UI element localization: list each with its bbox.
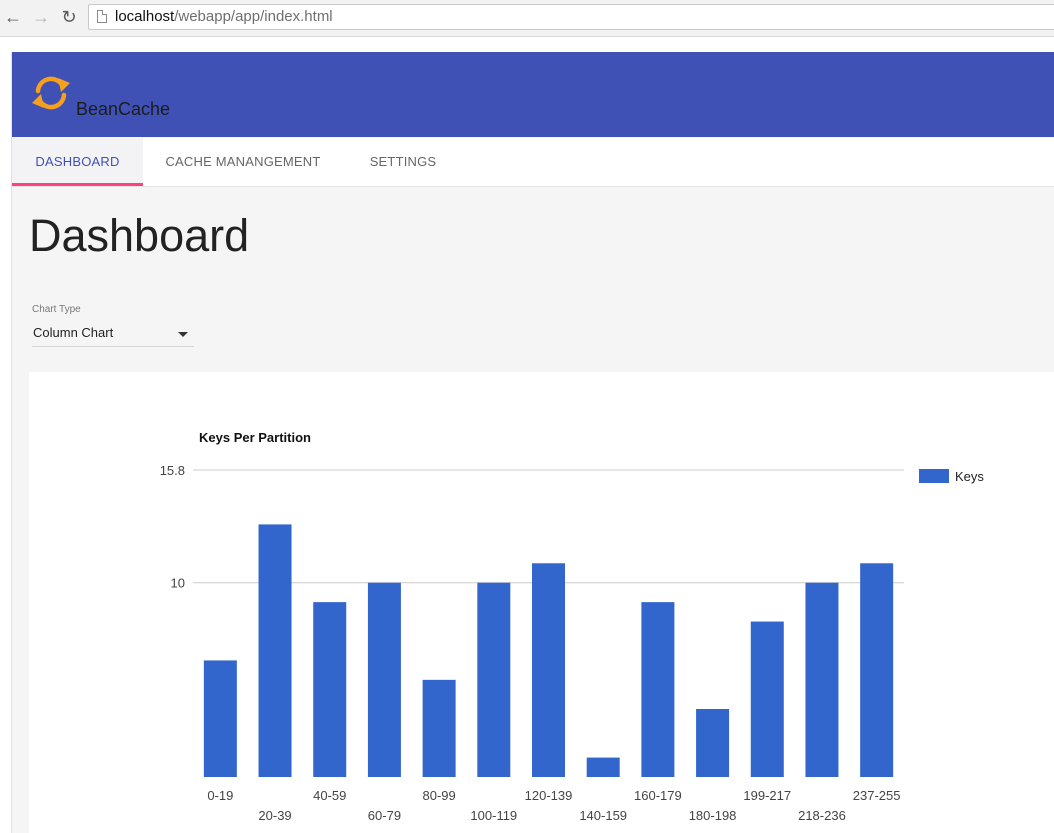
x-category-label: 160-179 <box>634 788 682 803</box>
bar <box>860 563 894 777</box>
chart-title: Keys Per Partition <box>199 430 311 445</box>
keys-per-partition-chart: Keys Per Partition 10 15.8 0-19 20-39 40-59 60… <box>160 430 985 823</box>
bar <box>532 563 565 777</box>
x-category-label: 199-217 <box>743 788 791 803</box>
x-category-label: 60-79 <box>368 808 401 823</box>
x-category-label: 180-198 <box>689 808 737 823</box>
page-title: Dashboard <box>29 210 250 261</box>
address-bar[interactable]: localhost/webapp/app/index.html <box>88 4 1054 30</box>
bar <box>750 621 784 777</box>
url-text[interactable]: localhost/webapp/app/index.html <box>115 8 333 26</box>
page-icon <box>97 10 107 23</box>
legend-swatch <box>919 469 949 483</box>
x-category-label: 40-59 <box>313 788 346 803</box>
forward-arrow-icon[interactable]: → <box>30 6 52 28</box>
y-tick-label: 10 <box>171 576 185 591</box>
back-arrow-icon[interactable]: ← <box>2 6 24 28</box>
bar <box>367 582 401 777</box>
x-category-label: 140-159 <box>579 808 627 823</box>
bar <box>258 524 292 777</box>
dropdown-caret-icon <box>178 332 188 337</box>
x-category-label: 120-139 <box>525 788 573 803</box>
chart-type-label: Chart Type <box>32 304 81 315</box>
app-frame: BeanCache Dashboard Cache Manangement Se… <box>11 52 1054 833</box>
tab-bar: Dashboard Cache Manangement Settings <box>12 138 1054 187</box>
bar <box>641 602 675 777</box>
chart-card: Keys Per Partition 10 15.8 0-19 20-39 40-59 60… <box>29 372 1054 833</box>
tab-settings[interactable]: Settings <box>343 138 463 186</box>
app-header: BeanCache <box>12 52 1054 137</box>
reload-icon[interactable]: ↻ <box>58 6 80 28</box>
x-category-label: 218-236 <box>798 808 846 823</box>
app-title: BeanCache <box>76 99 171 119</box>
tab-cache-management[interactable]: Cache Manangement <box>143 138 343 186</box>
chart-type-select[interactable]: Column Chart <box>32 322 194 347</box>
bar <box>313 602 347 777</box>
x-category-label: 0-19 <box>207 788 233 803</box>
x-category-label: 100-119 <box>470 808 517 823</box>
sync-arrows-icon <box>32 76 70 110</box>
legend-label: Keys <box>955 469 984 484</box>
tab-dashboard[interactable]: Dashboard <box>12 138 143 186</box>
x-category-label: 80-99 <box>422 788 455 803</box>
browser-toolbar: ← → ↻ localhost/webapp/app/index.html <box>0 0 1054 37</box>
chart-type-value: Column Chart <box>33 325 114 340</box>
bar <box>696 708 730 777</box>
y-tick-label: 15.8 <box>160 463 185 478</box>
bar <box>805 582 839 777</box>
url-path: /webapp/app/index.html <box>174 8 333 25</box>
bar <box>477 582 511 777</box>
bar <box>422 679 456 777</box>
x-category-label: 237-255 <box>853 788 901 803</box>
bar <box>586 757 620 777</box>
url-host: localhost <box>115 8 175 25</box>
bar <box>203 660 237 777</box>
x-category-label: 20-39 <box>258 808 291 823</box>
